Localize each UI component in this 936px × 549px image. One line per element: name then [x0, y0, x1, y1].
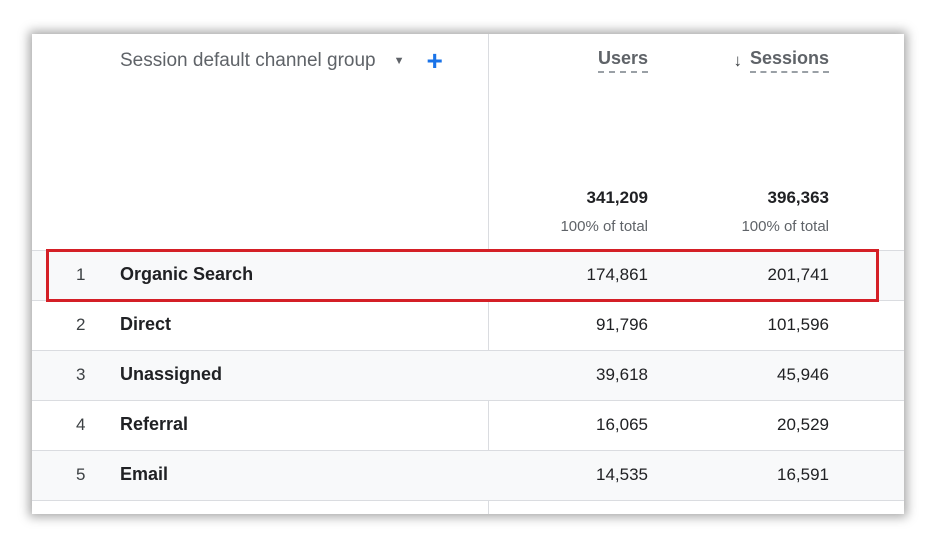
dimension-label[interactable]: Session default channel group — [120, 50, 376, 72]
row-index: 4 — [76, 415, 86, 434]
row-channel-name[interactable]: Email — [120, 464, 168, 485]
table-row[interactable]: 2 Direct 91,796 101,596 — [32, 300, 904, 350]
row-channel-name[interactable]: Direct — [120, 314, 171, 335]
row-index: 3 — [76, 365, 86, 384]
total-percent: 100% of total — [560, 218, 648, 235]
column-header-sessions[interactable]: ↓ Sessions — [733, 48, 829, 73]
row-index: 5 — [76, 465, 86, 484]
row-channel-name[interactable]: Unassigned — [120, 364, 222, 385]
arrow-down-icon[interactable]: ↓ — [733, 51, 742, 71]
table-row[interactable]: 4 Referral 16,065 20,529 — [32, 400, 904, 450]
row-sessions: 101,596 — [767, 315, 829, 334]
table-row[interactable]: 5 Email 14,535 16,591 — [32, 450, 904, 500]
row-users: 91,796 — [596, 315, 648, 334]
row-channel-name[interactable]: Referral — [120, 414, 188, 435]
total-value: 341,209 — [586, 188, 648, 207]
row-sessions: 20,529 — [777, 415, 829, 434]
table-row[interactable]: 3 Unassigned 39,618 45,946 — [32, 350, 904, 400]
column-header-label[interactable]: Sessions — [749, 48, 829, 73]
column-header-users[interactable]: Users — [597, 48, 648, 73]
total-users: 341,209 100% of total — [560, 188, 648, 235]
total-sessions: 396,363 100% of total — [741, 188, 829, 235]
dimension-header: Session default channel group ▼ + — [120, 47, 443, 75]
column-header-label[interactable]: Users — [597, 48, 648, 73]
row-sessions: 45,946 — [777, 365, 829, 384]
total-percent: 100% of total — [741, 218, 829, 235]
screenshot-stage: Session default channel group ▼ + Users … — [0, 0, 936, 549]
total-value: 396,363 — [767, 188, 829, 207]
row-users: 14,535 — [596, 465, 648, 484]
row-sessions: 16,591 — [777, 465, 829, 484]
highlight-box — [46, 249, 879, 302]
row-users: 39,618 — [596, 365, 648, 384]
row-users: 16,065 — [596, 415, 648, 434]
plus-icon[interactable]: + — [427, 47, 443, 75]
table-row-partial — [32, 500, 904, 514]
caret-down-icon[interactable]: ▼ — [394, 55, 405, 67]
row-index: 2 — [76, 315, 86, 334]
